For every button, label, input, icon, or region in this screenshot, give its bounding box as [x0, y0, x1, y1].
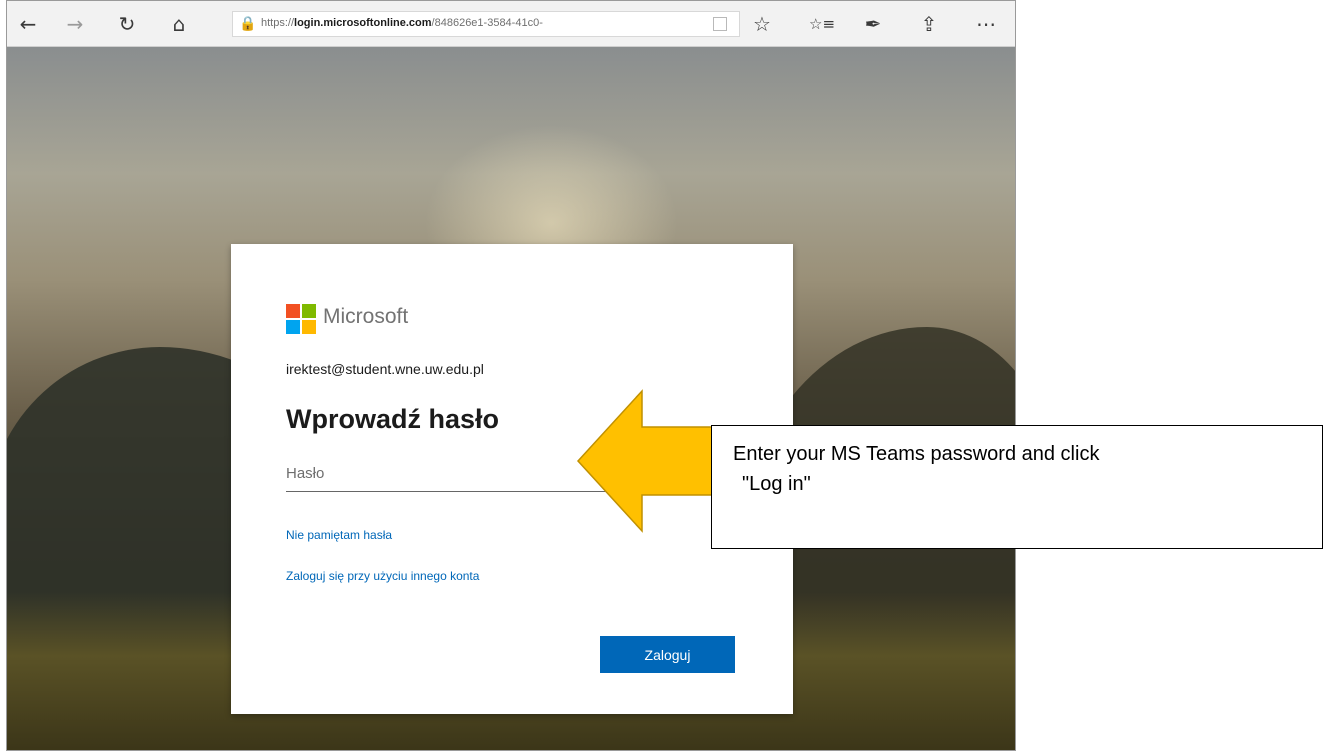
page-title: Wprowadź hasło [286, 404, 500, 434]
brand-name: Microsoft [323, 305, 409, 328]
url-prefix: https:// [261, 17, 295, 29]
favorite-star-icon[interactable]: ☆ [749, 11, 775, 37]
favorites-hub-icon[interactable]: ☆≡ [809, 11, 835, 37]
microsoft-logo-icon [286, 304, 316, 334]
url-text: https://login.microsoftonline.com/848626… [261, 17, 543, 29]
callout-line-1: Enter your MS Teams password and click [733, 443, 1100, 465]
browser-toolbar: ← → ↻ ⌂ 🔒 https://login.microsoftonline.… [7, 1, 1015, 47]
reading-view-icon[interactable] [713, 17, 727, 31]
annotation-callout: Enter your MS Teams password and click "… [711, 425, 1323, 549]
web-notes-icon[interactable]: ✒ [860, 11, 886, 37]
forgot-password-link[interactable]: Nie pamiętam hasła [286, 528, 392, 542]
other-account-link[interactable]: Zaloguj się przy użyciu innego konta [286, 569, 479, 583]
sign-in-button[interactable]: Zaloguj [600, 636, 735, 673]
address-bar[interactable]: 🔒 https://login.microsoftonline.com/8486… [232, 11, 740, 37]
forward-icon[interactable]: → [62, 11, 88, 37]
url-path: /848626e1-3584-41c0- [431, 17, 543, 29]
lock-icon: 🔒 [239, 16, 257, 32]
account-email: irektest@student.wne.uw.edu.pl [286, 361, 484, 377]
callout-line-2: "Log in" [742, 473, 811, 495]
url-host: login.microsoftonline.com [294, 17, 432, 29]
share-icon[interactable]: ⇪ [916, 11, 942, 37]
refresh-icon[interactable]: ↻ [114, 11, 140, 37]
more-icon[interactable]: ⋯ [973, 11, 999, 37]
annotation-arrow-icon [576, 389, 721, 533]
back-icon[interactable]: ← [15, 11, 41, 37]
home-icon[interactable]: ⌂ [166, 11, 192, 37]
